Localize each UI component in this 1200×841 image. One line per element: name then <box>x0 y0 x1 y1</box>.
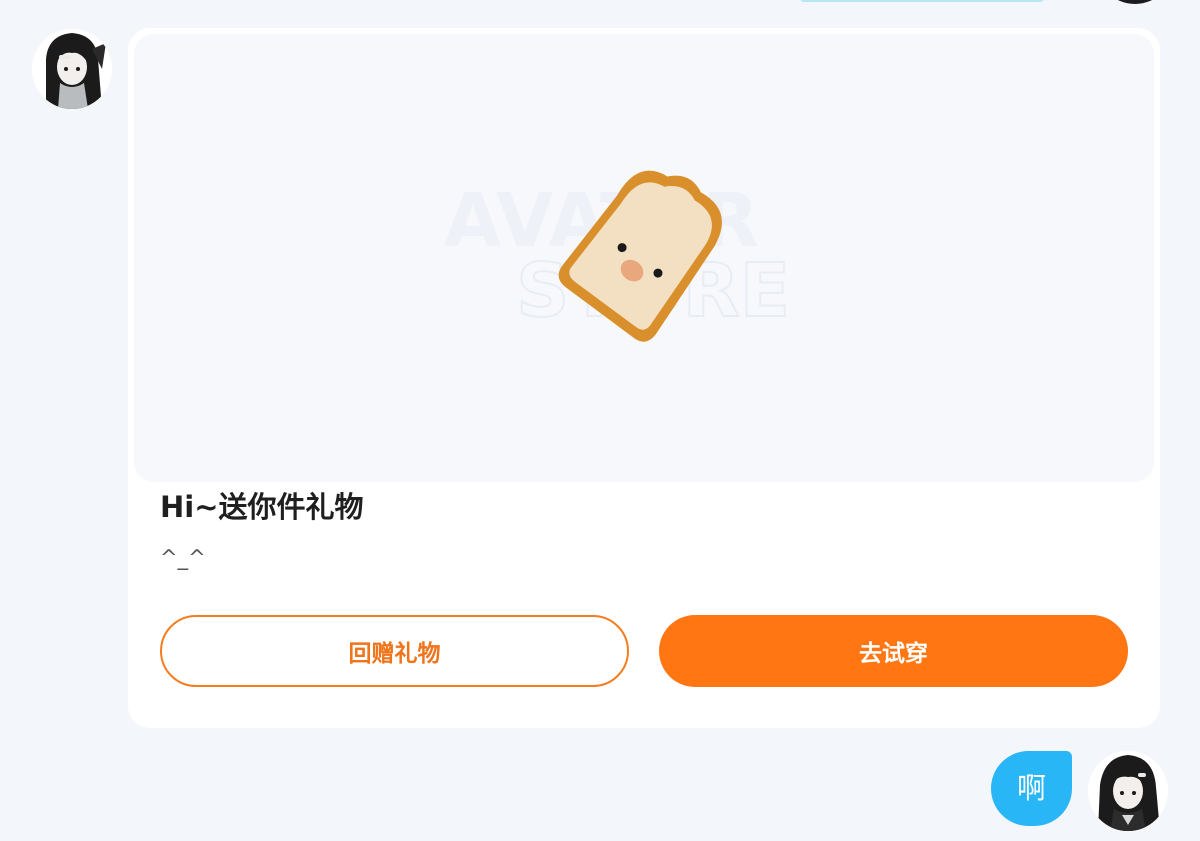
previous-message-bubble <box>800 0 1044 2</box>
previous-user-avatar[interactable] <box>1096 0 1174 4</box>
gift-preview-image[interactable]: AVATAR STORE <box>134 34 1154 482</box>
gift-title: Hi~送你件礼物 <box>160 490 364 524</box>
gift-card: AVATAR STORE Hi~送你件礼物 ^_^ 回赠礼物 去试穿 <box>128 28 1160 728</box>
sender-avatar[interactable] <box>32 29 112 109</box>
outgoing-message-bubble[interactable]: 啊 <box>991 751 1072 826</box>
gift-message: ^_^ <box>160 546 206 570</box>
try-on-button[interactable]: 去试穿 <box>659 615 1128 687</box>
return-gift-button[interactable]: 回赠礼物 <box>160 615 629 687</box>
user-avatar[interactable] <box>1088 751 1168 831</box>
